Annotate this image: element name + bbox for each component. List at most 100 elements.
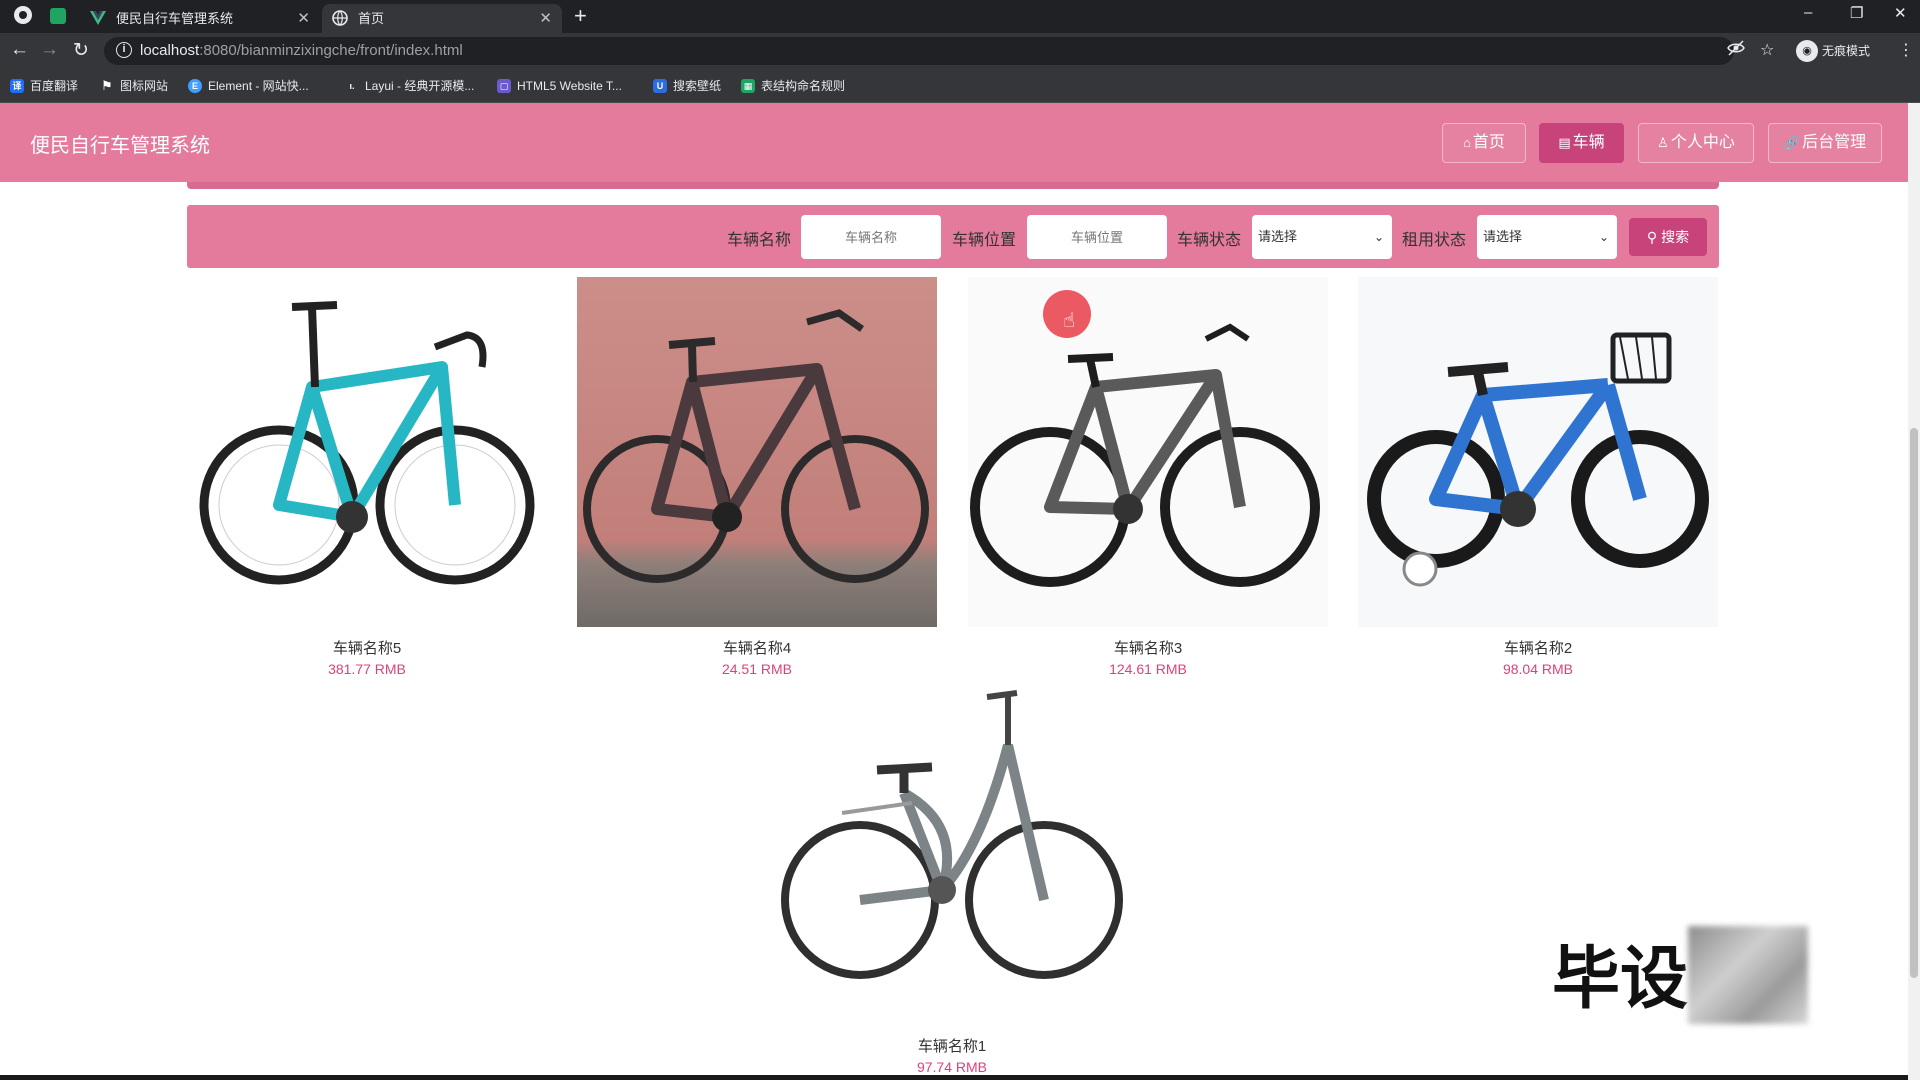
incognito-icon: ◉ [1796,40,1818,62]
forward-arrow-icon[interactable]: → [40,39,59,61]
bike-list-icon: ▤ [1558,135,1571,150]
product-price: 97.74 RMB [916,1059,988,1075]
search-bar: 车辆名称 车辆位置 车辆状态 请选择 ⌄ 租用状态 请选择 ⌄ ⚲ 搜索 [187,205,1719,268]
bookmark-label: 百度翻译 [30,79,79,93]
new-tab-icon[interactable]: + [574,3,587,29]
site-title: 便民自行车管理系统 [30,135,210,157]
product-name: 车辆名称5 [332,640,402,657]
url-path: :8080/bianminzixingche/front/index.html [199,42,463,59]
watermark-text: 毕设 [1552,941,1689,1017]
close-icon[interactable]: ✕ [297,4,310,33]
close-icon[interactable]: ✕ [539,4,552,33]
wallpaper-icon: U [653,79,667,93]
status-select[interactable]: 请选择 ⌄ [1252,215,1392,259]
bookmark-label: 表结构命名规则 [761,79,846,93]
product-price: 381.77 RMB [328,661,406,677]
bookmark-item[interactable]: E Element - 网站快... [188,78,309,94]
bookmark-item[interactable]: ı. Layui - 经典开源模... [345,78,474,94]
bicycle-photo[interactable] [1358,277,1718,627]
flag-icon: ⚑ [101,78,113,93]
url-host: localhost [140,42,200,59]
user-icon: ♙ [1657,135,1669,150]
rent-select-value: 请选择 [1483,229,1523,244]
browser-menu-icon[interactable] [14,6,32,24]
nav-admin[interactable]: 🔗 后台管理 [1768,123,1882,163]
bookmark-label: 搜索壁纸 [673,79,722,93]
page-viewport: 便民自行车管理系统 ⌂首页 ▤车辆 ♙个人中心 🔗后台管理 车辆名称 车辆位置 … [0,103,1920,1080]
minimize-icon[interactable]: – [1804,4,1812,21]
location-input[interactable] [1027,215,1167,259]
bicycle-photo[interactable] [187,277,547,627]
status-label: 车辆状态 [1177,232,1242,249]
product-name: 车辆名称2 [1503,640,1573,657]
incognito-label: 无痕模式 [1822,44,1871,58]
blurred-watermark [1688,926,1808,1024]
browser-address-bar: ← → ↻ i localhost:8080/bianminzixingche/… [0,33,1920,69]
bicycle-photo[interactable] [577,277,937,627]
layui-logo-icon: ı. [349,81,355,91]
element-logo-icon: E [188,79,202,93]
globe-icon [332,10,348,26]
sheet-icon: ▦ [741,79,755,93]
url-text: localhost:8080/bianminzixingche/front/in… [140,42,463,59]
bottom-edge [0,1075,1908,1080]
hand-cursor-icon: ☝ [1063,310,1076,332]
chevron-down-icon: ⌄ [1598,230,1609,244]
info-icon[interactable]: i [116,42,132,58]
reload-icon[interactable]: ↻ [73,39,89,62]
spreadsheet-tab-icon[interactable] [50,8,66,24]
name-label: 车辆名称 [727,232,792,249]
scrollbar-thumb[interactable] [1910,428,1918,978]
status-select-value: 请选择 [1258,229,1298,244]
incognito-indicator[interactable]: ◉ 无痕模式 [1796,37,1870,65]
bicycle-photo[interactable] [968,277,1328,627]
restore-icon[interactable]: ❐ [1850,4,1863,22]
link-icon: 🔗 [1783,135,1801,150]
back-arrow-icon[interactable]: ← [10,39,29,61]
tab-site[interactable]: 便民自行车管理系统 ✕ [80,4,320,33]
search-button[interactable]: ⚲ 搜索 [1629,218,1707,256]
bookmark-label: 图标网站 [120,79,169,93]
nav-label: 首页 [1472,134,1505,151]
bookmark-label: Element - 网站快... [208,79,309,93]
html5-icon: ▢ [497,79,511,93]
bicycle-photo[interactable] [772,675,1132,1025]
site-header: 便民自行车管理系统 ⌂ 首页 ▤ 车辆 ♙ 个人中心 🔗 后台管理 [0,103,1908,182]
product-price: 98.04 RMB [1502,661,1574,677]
bookmark-item[interactable]: 译百度翻译 [10,78,78,94]
vue-logo-icon [90,11,106,25]
star-icon[interactable]: ☆ [1760,40,1774,60]
more-menu-icon[interactable]: ⋮ [1898,40,1914,60]
url-field[interactable]: i localhost:8080/bianminzixingche/front/… [104,37,1734,65]
bookmark-item[interactable]: ▦ 表结构命名规则 [741,78,845,94]
eye-off-icon[interactable] [1727,40,1745,61]
nav-label: 车辆 [1572,134,1605,151]
translate-icon: 译 [10,79,24,93]
bookmark-item[interactable]: U 搜索壁纸 [653,78,721,94]
nav-label: 后台管理 [1802,134,1867,151]
tab-title: 首页 [358,11,385,26]
search-icon: ⚲ [1646,229,1662,245]
bookmark-item[interactable]: ⚑ 图标网站 [100,78,168,94]
window-close-icon[interactable]: ✕ [1894,4,1907,22]
home-icon: ⌂ [1463,135,1471,150]
nav-profile[interactable]: ♙ 个人中心 [1638,123,1754,163]
product-name: 车辆名称3 [1113,640,1183,657]
chevron-down-icon: ⌄ [1373,230,1384,244]
nav-vehicles[interactable]: ▤ 车辆 [1539,123,1624,163]
tab-home[interactable]: 首页 ✕ [322,4,562,33]
browser-tab-bar: 便民自行车管理系统 ✕ 首页 ✕ + – ❐ ✕ [0,0,1920,33]
tab-title: 便民自行车管理系统 [116,11,234,26]
name-input[interactable] [801,215,941,259]
rent-select[interactable]: 请选择 ⌄ [1477,215,1617,259]
nav-label: 个人中心 [1670,134,1735,151]
location-label: 车辆位置 [952,232,1017,249]
search-button-label: 搜索 [1661,229,1690,245]
product-name: 车辆名称1 [917,1038,987,1055]
product-name: 车辆名称4 [722,640,792,657]
rent-label: 租用状态 [1402,232,1467,249]
nav-home[interactable]: ⌂ 首页 [1442,123,1526,163]
bookmark-item[interactable]: ▢ HTML5 Website T... [497,78,622,94]
bookmarks-bar: 译百度翻译 ⚑ 图标网站 E Element - 网站快... ı. Layui - … [0,69,1920,103]
bookmark-label: Layui - 经典开源模... [365,79,475,93]
